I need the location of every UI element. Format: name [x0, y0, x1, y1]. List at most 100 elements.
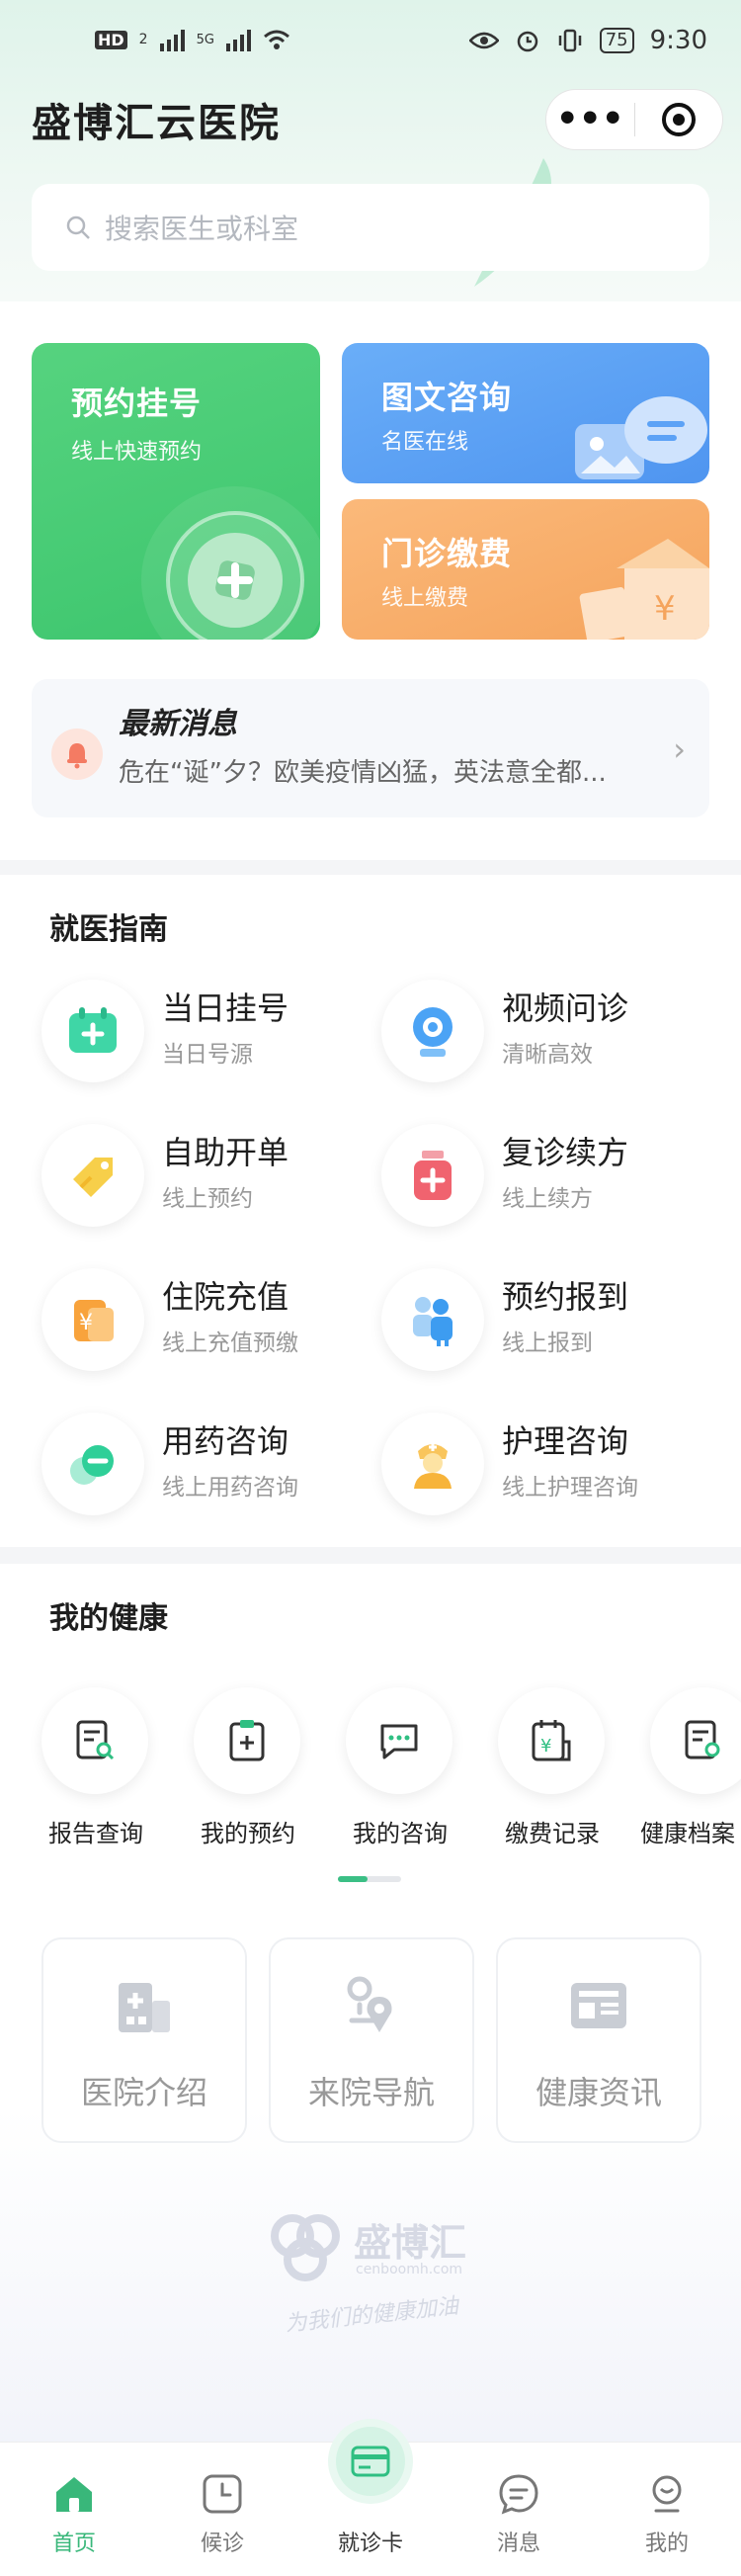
- header: HD 2 5G 75 9:30 盛博汇云医院 ••• 搜索医生或科室: [0, 0, 741, 301]
- more-button[interactable]: •••: [546, 102, 634, 137]
- signal-icon-2: [225, 28, 251, 51]
- guide-item-title: 预约报到: [502, 1278, 629, 1316]
- clock-icon: [201, 2472, 244, 2516]
- hd-indicator: HD: [95, 30, 127, 49]
- section-title-guide: 就医指南: [49, 912, 168, 947]
- health-file-icon: [650, 1687, 741, 1794]
- tab-label: 候诊: [200, 2532, 244, 2556]
- svg-text:¥: ¥: [540, 1736, 551, 1757]
- guide-item-subtitle: 线上护理咨询: [502, 1475, 638, 1501]
- guide-self-order[interactable]: 自助开单 线上预约: [41, 1118, 377, 1237]
- bill-icon: ¥: [498, 1687, 605, 1794]
- my-health-section: 我的健康 报告查询 我的预约 我的咨询 ¥ 缴费记录 健康档案 医院介绍 来院导…: [0, 1564, 741, 2552]
- hospital-icon: [119, 1983, 170, 2032]
- status-bar: HD 2 5G 75 9:30: [0, 0, 741, 89]
- health-my-appointments[interactable]: 我的预约: [174, 1687, 322, 1847]
- chat-icon: [346, 1687, 453, 1794]
- target-icon: [661, 103, 696, 136]
- outpatient-payment-card[interactable]: 门诊缴费 线上缴费 ¥: [342, 499, 709, 640]
- alarm-icon: [517, 31, 537, 52]
- guide-item-title: 用药咨询: [162, 1422, 289, 1460]
- clock-time: 9:30: [649, 26, 707, 55]
- guide-nursing-consult[interactable]: 护理咨询 线上护理咨询: [381, 1407, 717, 1525]
- tab-messages[interactable]: 消息: [445, 2443, 593, 2576]
- guide-item-title: 护理咨询: [502, 1422, 629, 1460]
- signal-icon: [159, 28, 185, 51]
- info-card-label: 健康资讯: [535, 2074, 662, 2111]
- hospital-introduction-card[interactable]: 医院介绍: [41, 1937, 247, 2143]
- appointment-card[interactable]: 预约挂号 线上快速预约: [32, 343, 320, 640]
- brand-slogan: 为我们的健康加油: [284, 2293, 460, 2338]
- tab-waiting[interactable]: 候诊: [148, 2443, 296, 2576]
- guide-item-subtitle: 线上续方: [502, 1186, 593, 1212]
- text-consult-title: 图文咨询: [381, 379, 513, 416]
- info-card-label: 医院介绍: [80, 2074, 207, 2111]
- brand-name: 盛博汇: [354, 2221, 467, 2265]
- health-my-consultations[interactable]: 我的咨询: [326, 1687, 474, 1847]
- guide-item-subtitle: 线上用药咨询: [162, 1475, 298, 1501]
- guide-item-title: 复诊续方: [502, 1134, 629, 1171]
- news-title: 最新消息: [119, 707, 237, 741]
- horizontal-scroll-indicator: [338, 1876, 401, 1882]
- health-health-file[interactable]: 健康档案: [630, 1687, 741, 1847]
- pill-icon: [41, 1413, 144, 1515]
- guide-follow-up-prescription[interactable]: 复诊续方 线上续方: [381, 1118, 717, 1237]
- tab-label: 消息: [496, 2532, 540, 2556]
- guide-item-title: 住院充值: [162, 1278, 289, 1316]
- guide-item-subtitle: 当日号源: [162, 1042, 253, 1068]
- guide-appointment-checkin[interactable]: 预约报到 线上报到: [381, 1262, 717, 1381]
- eye-icon: [468, 32, 499, 49]
- tab-medical-card[interactable]: 就诊卡: [296, 2419, 445, 2576]
- guide-item-subtitle: 线上报到: [502, 1331, 593, 1356]
- section-title-health: 我的健康: [49, 1601, 168, 1636]
- appointment-title: 预约挂号: [71, 385, 203, 422]
- health-item-label: 缴费记录: [505, 1820, 600, 1847]
- guide-item-title: 当日挂号: [162, 989, 289, 1027]
- search-bar[interactable]: 搜索医生或科室: [32, 184, 709, 271]
- close-mini-program-button[interactable]: [635, 103, 723, 136]
- guide-item-subtitle: 线上预约: [162, 1186, 253, 1212]
- guide-item-subtitle: 线上充值预缴: [162, 1331, 298, 1356]
- home-icon: [52, 2472, 96, 2516]
- people-icon: [381, 1268, 484, 1371]
- app-title: 盛博汇云医院: [32, 101, 281, 146]
- health-item-label: 健康档案: [640, 1820, 735, 1847]
- guide-video-consult[interactable]: 视频问诊 清晰高效: [381, 974, 717, 1092]
- calendar-plus-icon: [41, 980, 144, 1082]
- medical-guide-section: 就医指南 当日挂号 当日号源 视频问诊 清晰高效 自助开单 线上预约 复诊续方 …: [0, 875, 741, 1547]
- outpatient-payment-title: 门诊缴费: [381, 535, 513, 572]
- medical-cross-icon: [141, 486, 320, 640]
- outpatient-payment-subtitle: 线上缴费: [381, 586, 469, 611]
- text-consult-card[interactable]: 图文咨询 名医在线: [342, 343, 709, 483]
- tab-home[interactable]: 首页: [0, 2443, 148, 2576]
- webcam-icon: [381, 980, 484, 1082]
- page: HD 2 5G 75 9:30 盛博汇云医院 ••• 搜索医生或科室 预约挂号 …: [0, 0, 741, 2576]
- health-report-query[interactable]: 报告查询: [22, 1687, 170, 1847]
- wifi-icon: [263, 30, 289, 49]
- guide-same-day-registration[interactable]: 当日挂号 当日号源: [41, 974, 377, 1092]
- message-icon: [497, 2472, 540, 2516]
- health-item-label: 报告查询: [48, 1820, 143, 1847]
- news-icon: [571, 1983, 626, 2028]
- location-icon: [347, 1976, 392, 2032]
- tab-profile[interactable]: 我的: [593, 2443, 741, 2576]
- chat-bubble-icon: [575, 396, 707, 479]
- scroll-thumb: [338, 1876, 368, 1882]
- sim-indicator: 2: [138, 32, 148, 47]
- guide-inpatient-recharge[interactable]: ¥ 住院充值 线上充值预缴: [41, 1262, 377, 1381]
- health-news-card[interactable]: 健康资讯: [496, 1937, 701, 2143]
- user-icon: [645, 2472, 689, 2516]
- card-icon: [328, 2419, 413, 2504]
- battery-indicator: 75: [599, 28, 634, 53]
- clipboard-plus-icon: [194, 1687, 300, 1794]
- health-payment-records[interactable]: ¥ 缴费记录: [478, 1687, 626, 1847]
- vibrate-icon: [558, 29, 581, 52]
- tab-label: 首页: [51, 2532, 96, 2556]
- guide-medication-consult[interactable]: 用药咨询 线上用药咨询: [41, 1407, 377, 1525]
- latest-news-bar[interactable]: 最新消息 危在“诞”夕？欧美疫情凶猛，英法意全都... ›: [32, 679, 709, 817]
- hospital-navigation-card[interactable]: 来院导航: [269, 1937, 474, 2143]
- health-item-label: 我的预约: [201, 1820, 295, 1847]
- chevron-right-icon: ›: [673, 730, 686, 768]
- network-label: 5G: [196, 32, 214, 47]
- medicine-bottle-icon: [381, 1124, 484, 1227]
